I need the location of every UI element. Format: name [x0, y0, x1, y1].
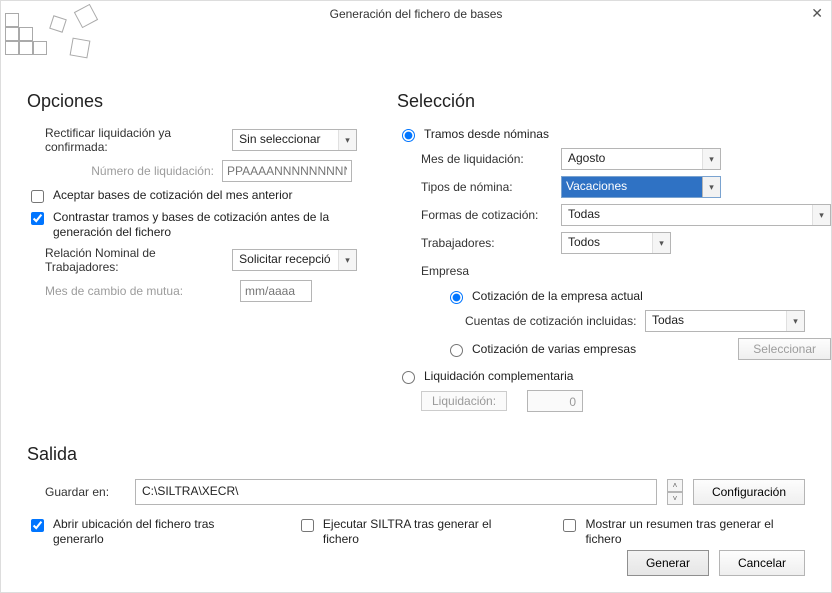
cot-actual-radio[interactable]	[450, 291, 463, 304]
liq-comp-label: Liquidación complementaria	[424, 369, 573, 383]
tramos-radio[interactable]	[402, 129, 415, 142]
mes-liq-label: Mes de liquidación:	[421, 152, 561, 166]
ejecutar-siltra-checkbox[interactable]	[301, 519, 314, 532]
cot-varias-label: Cotización de varias empresas	[472, 342, 636, 356]
window-title: Generación del fichero de bases	[330, 7, 503, 21]
chevron-down-icon: ▾	[338, 130, 356, 150]
chevron-up-icon[interactable]: ˄	[667, 479, 683, 492]
abrir-ubicacion-checkbox[interactable]	[31, 519, 44, 532]
trabajadores-label: Trabajadores:	[421, 236, 561, 250]
mes-liq-select[interactable]: Agosto ▾	[561, 148, 721, 170]
salida-heading: Salida	[27, 444, 805, 465]
path-spinner[interactable]: ˄ ˅	[667, 479, 683, 505]
opciones-heading: Opciones	[27, 91, 357, 112]
cuentas-select[interactable]: Todas ▾	[645, 310, 805, 332]
tipos-nomina-select[interactable]: Vacaciones ▾	[561, 176, 721, 198]
mes-mutua-label: Mes de cambio de mutua:	[45, 284, 240, 298]
num-liquidacion-input	[222, 160, 352, 182]
rel-nominal-select[interactable]: Solicitar recepció ▾	[232, 249, 357, 271]
cuentas-label: Cuentas de cotización incluidas:	[465, 314, 645, 328]
seleccionar-button: Seleccionar	[738, 338, 831, 360]
app-logo-decoration	[5, 5, 105, 61]
liq-comp-radio[interactable]	[402, 371, 415, 384]
chevron-down-icon: ▾	[652, 233, 670, 253]
cot-actual-label: Cotización de la empresa actual	[472, 289, 643, 303]
contrastar-checkbox[interactable]	[31, 212, 44, 225]
cot-varias-radio[interactable]	[450, 344, 463, 357]
trabajadores-select[interactable]: Todos ▾	[561, 232, 671, 254]
rectificar-select[interactable]: Sin seleccionar ▾	[232, 129, 357, 151]
formas-select[interactable]: Todas ▾	[561, 204, 831, 226]
chevron-down-icon: ▾	[786, 311, 804, 331]
aceptar-bases-label: Aceptar bases de cotización del mes ante…	[53, 188, 292, 203]
rectificar-label: Rectificar liquidación ya confirmada:	[45, 126, 232, 154]
seleccion-heading: Selección	[397, 91, 831, 112]
chevron-down-icon: ▾	[812, 205, 830, 225]
chevron-down-icon[interactable]: ˅	[667, 492, 683, 505]
tipos-nomina-label: Tipos de nómina:	[421, 180, 561, 194]
mostrar-resumen-label: Mostrar un resumen tras generar el fiche…	[585, 517, 805, 547]
close-icon[interactable]: ✕	[811, 5, 823, 22]
liquidacion-label: Liquidación:	[421, 391, 507, 411]
num-liquidacion-label: Número de liquidación:	[27, 164, 222, 178]
formas-label: Formas de cotización:	[421, 208, 561, 222]
tramos-radio-label: Tramos desde nóminas	[424, 127, 549, 141]
chevron-down-icon: ▾	[702, 177, 720, 197]
guardar-path-input[interactable]: C:\SILTRA\XECR\	[135, 479, 657, 505]
rel-nominal-label: Relación Nominal de Trabajadores:	[45, 246, 232, 274]
mostrar-resumen-checkbox[interactable]	[563, 519, 576, 532]
guardar-label: Guardar en:	[45, 485, 135, 499]
generar-button[interactable]: Generar	[627, 550, 709, 576]
chevron-down-icon: ▾	[702, 149, 720, 169]
configuracion-button[interactable]: Configuración	[693, 479, 805, 505]
empresa-label: Empresa	[421, 264, 469, 278]
abrir-ubicacion-label: Abrir ubicación del fichero tras generar…	[53, 517, 261, 547]
contrastar-label: Contrastar tramos y bases de cotización …	[53, 210, 357, 240]
mes-mutua-input	[240, 280, 312, 302]
ejecutar-siltra-label: Ejecutar SILTRA tras generar el fichero	[323, 517, 524, 547]
liquidacion-value: 0	[527, 390, 583, 412]
aceptar-bases-checkbox[interactable]	[31, 190, 44, 203]
cancelar-button[interactable]: Cancelar	[719, 550, 805, 576]
chevron-down-icon: ▾	[338, 250, 356, 270]
